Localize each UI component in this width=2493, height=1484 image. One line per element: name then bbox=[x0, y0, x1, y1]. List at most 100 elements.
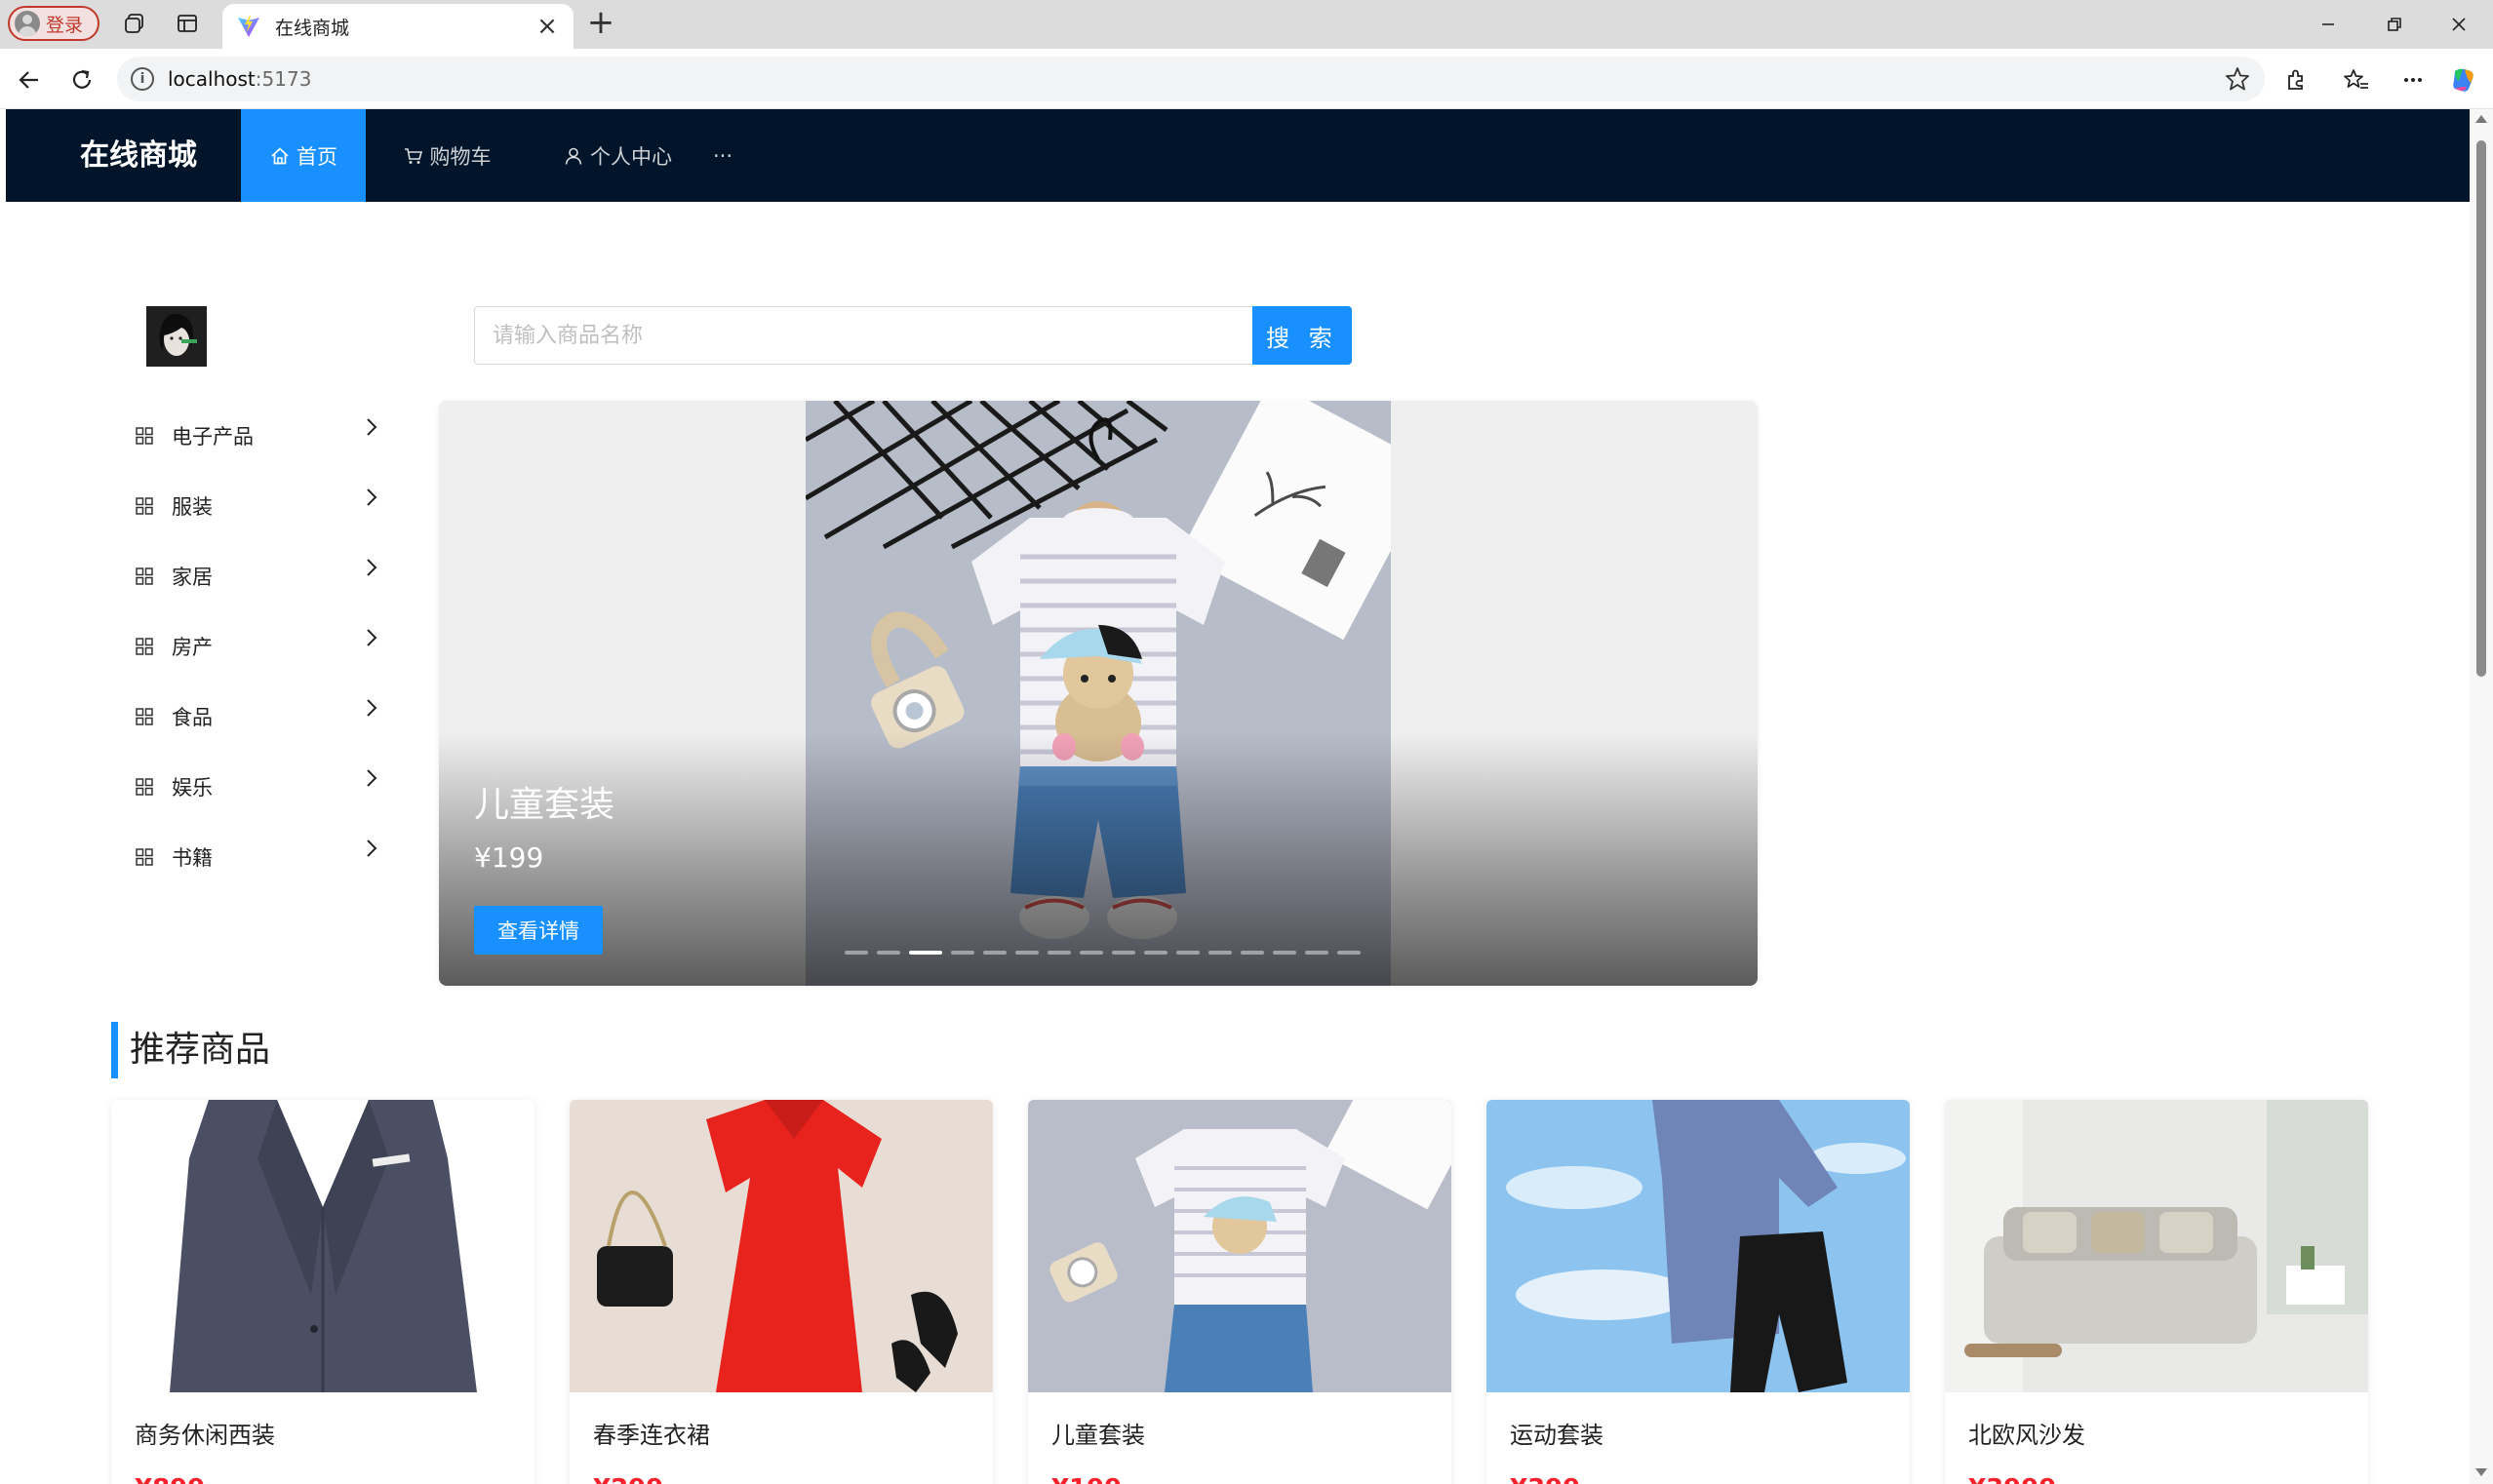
carousel-dot[interactable] bbox=[951, 951, 974, 955]
new-tab-button[interactable]: + bbox=[583, 6, 618, 41]
extensions-icon[interactable] bbox=[2278, 62, 2314, 98]
nav-cart[interactable]: 购物车 bbox=[385, 109, 508, 202]
carousel-dot[interactable] bbox=[1337, 951, 1361, 955]
featured-carousel[interactable]: 儿童套装 ¥199 查看详情 bbox=[439, 401, 1758, 986]
product-name: 运动套装 bbox=[1510, 1422, 1603, 1449]
carousel-dot[interactable] bbox=[1112, 951, 1135, 955]
carousel-dot[interactable] bbox=[1305, 951, 1328, 955]
carousel-dot[interactable] bbox=[1273, 951, 1296, 955]
scrollbar-thumb[interactable] bbox=[2476, 140, 2486, 677]
product-card[interactable]: 儿童套装 ¥199 bbox=[1028, 1100, 1451, 1484]
user-avatar[interactable] bbox=[146, 306, 207, 367]
category-entertainment[interactable]: 娱乐 bbox=[135, 758, 388, 816]
carousel-dot-active[interactable] bbox=[909, 951, 942, 955]
nav-cart-label: 购物车 bbox=[429, 144, 492, 169]
search-input[interactable] bbox=[474, 306, 1254, 365]
chevron-right-icon bbox=[367, 488, 377, 506]
nav-more[interactable]: ··· bbox=[700, 109, 745, 202]
address-port: :5173 bbox=[255, 67, 312, 91]
avatar-image bbox=[146, 306, 207, 367]
scroll-up-icon[interactable] bbox=[2475, 115, 2487, 123]
workspaces-icon[interactable] bbox=[121, 10, 148, 37]
nav-home-label: 首页 bbox=[297, 144, 337, 169]
carousel-dot[interactable] bbox=[1176, 951, 1200, 955]
grid-icon bbox=[136, 638, 153, 655]
view-details-button[interactable]: 查看详情 bbox=[474, 906, 603, 955]
carousel-dot[interactable] bbox=[1080, 951, 1103, 955]
grid-icon bbox=[136, 848, 153, 866]
carousel-dot[interactable] bbox=[983, 951, 1007, 955]
profile-button[interactable]: 登录 bbox=[8, 6, 99, 41]
carousel-dot[interactable] bbox=[1208, 951, 1232, 955]
product-price: ¥899 bbox=[135, 1474, 205, 1484]
address-host: localhost bbox=[168, 67, 256, 91]
product-card[interactable]: 春季连衣裙 ¥299 bbox=[570, 1100, 993, 1484]
back-arrow-icon[interactable] bbox=[12, 62, 47, 98]
product-image-sportswear bbox=[1486, 1100, 1910, 1392]
product-name: 北欧风沙发 bbox=[1968, 1422, 2085, 1449]
site-info-icon[interactable]: i bbox=[131, 67, 154, 91]
product-price: ¥199 bbox=[1051, 1474, 1122, 1484]
scroll-down-icon[interactable] bbox=[2475, 1468, 2487, 1476]
close-window-icon[interactable] bbox=[2429, 4, 2489, 45]
nav-profile[interactable]: 个人中心 bbox=[535, 109, 699, 202]
carousel-dot[interactable] bbox=[1144, 951, 1167, 955]
nav-home[interactable]: 首页 bbox=[241, 109, 366, 202]
category-label: 房产 bbox=[172, 636, 213, 659]
tab-close-icon[interactable]: × bbox=[533, 12, 562, 41]
product-name: 春季连衣裙 bbox=[593, 1422, 710, 1449]
product-price: ¥3999 bbox=[1968, 1474, 2056, 1484]
category-food[interactable]: 食品 bbox=[135, 687, 388, 746]
grid-icon bbox=[136, 778, 153, 796]
profile-avatar-icon bbox=[15, 11, 40, 36]
app-top-nav: 在线商城 首页 购物车 个人中心 ··· bbox=[6, 109, 2470, 202]
chevron-right-icon bbox=[367, 769, 377, 787]
category-label: 电子产品 bbox=[172, 425, 254, 449]
chevron-right-icon bbox=[367, 418, 377, 436]
home-icon bbox=[271, 146, 289, 164]
category-clothing[interactable]: 服装 bbox=[135, 477, 388, 535]
restore-icon[interactable] bbox=[2364, 4, 2425, 45]
page-viewport: 在线商城 首页 购物车 个人中心 ··· 电子产品 服装 家居 房产 食品 娱乐… bbox=[6, 109, 2470, 1484]
category-label: 家居 bbox=[172, 566, 213, 589]
carousel-overlay bbox=[439, 732, 1758, 986]
minimize-icon[interactable] bbox=[2298, 4, 2358, 45]
browser-tab-strip: 登录 在线商城 × + bbox=[0, 0, 2493, 49]
carousel-dot[interactable] bbox=[877, 951, 900, 955]
chevron-right-icon bbox=[367, 629, 377, 646]
chevron-right-icon bbox=[367, 840, 377, 857]
search-button[interactable]: 搜 索 bbox=[1252, 306, 1352, 365]
category-label: 娱乐 bbox=[172, 776, 213, 800]
copilot-icon[interactable] bbox=[2446, 62, 2481, 98]
user-icon bbox=[565, 147, 582, 165]
vertical-tabs-icon[interactable] bbox=[174, 10, 201, 37]
category-electronics[interactable]: 电子产品 bbox=[135, 407, 388, 465]
category-label: 书籍 bbox=[172, 846, 213, 870]
favorite-star-icon[interactable] bbox=[2224, 65, 2251, 93]
product-card[interactable]: 商务休闲西装 ¥899 bbox=[111, 1100, 534, 1484]
cart-icon bbox=[404, 147, 422, 164]
carousel-dot[interactable] bbox=[1241, 951, 1264, 955]
reload-icon[interactable] bbox=[64, 62, 99, 98]
slide-price: ¥199 bbox=[474, 841, 544, 874]
carousel-dot[interactable] bbox=[845, 951, 868, 955]
browser-tab[interactable]: 在线商城 × bbox=[222, 4, 574, 49]
product-card[interactable]: 运动套装 ¥399 bbox=[1486, 1100, 1910, 1484]
address-bar[interactable]: i localhost:5173 bbox=[117, 57, 2265, 101]
category-home[interactable]: 家居 bbox=[135, 547, 388, 605]
product-price: ¥299 bbox=[593, 1474, 663, 1484]
carousel-dot[interactable] bbox=[1048, 951, 1071, 955]
category-books[interactable]: 书籍 bbox=[135, 828, 388, 886]
favorites-icon[interactable] bbox=[2339, 62, 2374, 98]
recommended-heading: 推荐商品 bbox=[111, 1022, 270, 1078]
tab-title: 在线商城 bbox=[275, 17, 350, 39]
profile-label: 登录 bbox=[46, 14, 84, 36]
category-real-estate[interactable]: 房产 bbox=[135, 617, 388, 676]
nav-profile-label: 个人中心 bbox=[590, 144, 672, 169]
grid-icon bbox=[136, 708, 153, 725]
more-options-icon[interactable] bbox=[2395, 62, 2431, 98]
carousel-dot[interactable] bbox=[1015, 951, 1039, 955]
carousel-indicators bbox=[845, 951, 1361, 955]
page-scrollbar[interactable] bbox=[2470, 109, 2493, 1484]
product-card[interactable]: 北欧风沙发 ¥3999 bbox=[1945, 1100, 2368, 1484]
